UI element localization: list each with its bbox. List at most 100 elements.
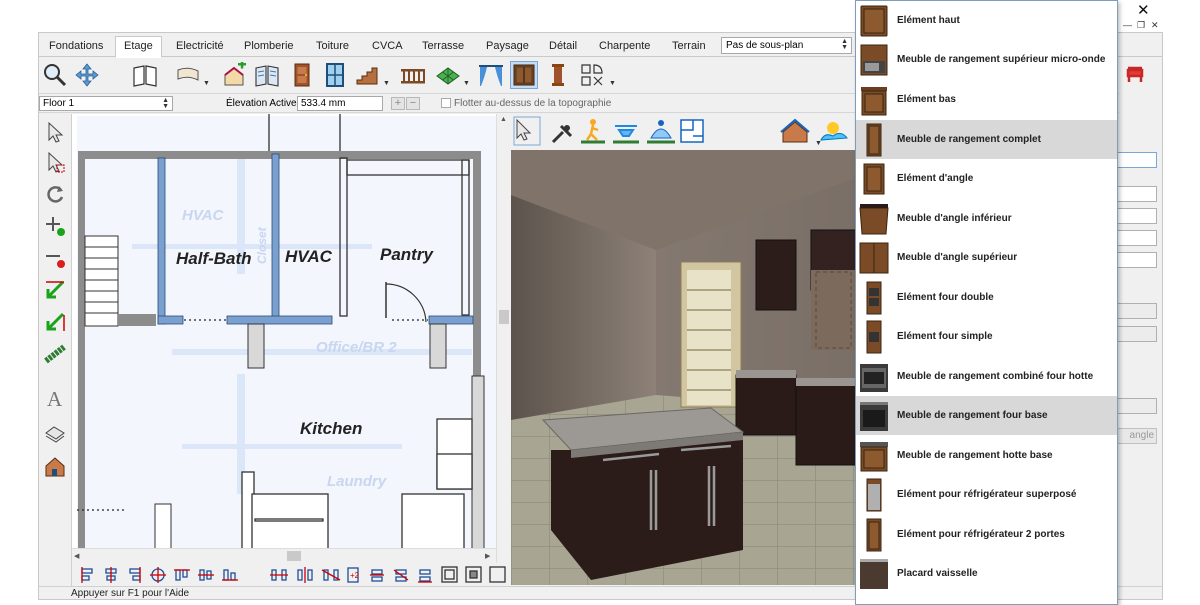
angle-button[interactable]: angle xyxy=(1117,428,1157,444)
property-field[interactable] xyxy=(1117,152,1157,168)
floor-select[interactable]: Floor 1 ▲ ▼ xyxy=(39,96,173,111)
distribute-icon xyxy=(321,569,341,581)
property-field[interactable] xyxy=(1117,230,1157,246)
plan-book-button[interactable] xyxy=(253,61,281,89)
scroll-up-arrow-icon[interactable]: ▲ xyxy=(500,116,507,123)
align-icon xyxy=(81,567,93,583)
delete-point-tool-button[interactable] xyxy=(42,244,68,272)
elevation-input[interactable]: 533.4 mm xyxy=(297,96,383,111)
property-field[interactable] xyxy=(1117,252,1157,268)
dropdown-item-label: Elément pour réfrigérateur 2 portes xyxy=(897,529,1065,540)
close-subwindow-icon[interactable]: ✕ xyxy=(1151,20,1159,31)
single-oven-icon xyxy=(866,320,882,353)
tab-detail[interactable]: Détail xyxy=(541,37,585,57)
cabinet-tool-button[interactable] xyxy=(510,61,538,89)
property-field[interactable] xyxy=(1117,326,1157,342)
tab-toiture[interactable]: Toiture xyxy=(308,37,357,57)
scroll-thumb[interactable] xyxy=(287,551,301,561)
zoom-tool-button[interactable] xyxy=(41,61,69,89)
dropdown-item[interactable]: Meuble de rangement four base xyxy=(856,396,1117,435)
multi-pointer-icon xyxy=(48,151,65,173)
dropdown-item[interactable]: Meuble de rangement supérieur micro-onde xyxy=(856,40,1117,79)
house-icon xyxy=(45,457,65,477)
floor-tool-button[interactable] xyxy=(434,61,462,89)
float-topography-checkbox[interactable] xyxy=(441,98,451,108)
dropdown-item[interactable]: Meuble de rangement complet xyxy=(856,120,1117,159)
layer-tool-button[interactable] xyxy=(42,418,68,446)
underlay-label-closet: Closet xyxy=(255,226,269,264)
door-icon xyxy=(294,63,310,87)
dropdown-item-label: Elément four double xyxy=(897,292,994,303)
walk-camera-icon xyxy=(581,119,605,144)
room-label-half-bath: Half-Bath xyxy=(176,249,252,268)
dropdown-item[interactable]: Meuble d'angle inférieur xyxy=(856,199,1117,238)
tab-terrasse[interactable]: Terrasse xyxy=(414,37,472,57)
minimize-window-icon[interactable]: — xyxy=(1123,20,1132,30)
dropdown-item[interactable]: Elément bas xyxy=(856,80,1117,119)
select-tool-button[interactable] xyxy=(42,118,68,146)
property-field[interactable] xyxy=(1117,398,1157,414)
window-tool-button[interactable] xyxy=(321,61,349,89)
hood-base-cabinet-icon xyxy=(860,441,888,471)
decrease-elevation-button[interactable]: − xyxy=(406,97,420,110)
property-field[interactable] xyxy=(1117,208,1157,224)
stairs-tool-button[interactable] xyxy=(354,61,382,89)
increase-elevation-button[interactable]: + xyxy=(391,97,405,110)
break-tool-button[interactable] xyxy=(42,308,68,336)
dropdown-item[interactable]: Elément four simple xyxy=(856,317,1117,356)
dropdown-item[interactable]: Elément pour réfrigérateur superposé xyxy=(856,475,1117,514)
dropdown-item[interactable]: Meuble de rangement combiné four hotte xyxy=(856,357,1117,396)
tab-plomberie[interactable]: Plomberie xyxy=(236,37,302,57)
floor-plan-view[interactable]: Half-Bath HVAC Pantry Kitchen HVAC Close… xyxy=(72,114,510,563)
plant-tool-button[interactable] xyxy=(42,340,68,368)
alignment-toolbar: +2 xyxy=(72,564,512,586)
sub-plan-value: Pas de sous-plan xyxy=(726,40,804,51)
curtain-tool-button[interactable] xyxy=(477,61,505,89)
scroll-right-arrow-icon[interactable]: ▶ xyxy=(485,552,490,560)
tab-charpente[interactable]: Charpente xyxy=(591,37,658,57)
dropdown-item[interactable]: Elément pour réfrigérateur 2 portes xyxy=(856,515,1117,554)
tab-fondations[interactable]: Fondations xyxy=(41,37,111,57)
door-tool-button[interactable] xyxy=(288,61,316,89)
room-tool-button[interactable] xyxy=(221,61,249,89)
rotate-tool-button[interactable] xyxy=(42,180,68,208)
shapes-tool-button[interactable] xyxy=(578,61,606,89)
dropdown-item[interactable]: Elément d'angle xyxy=(856,159,1117,198)
dropdown-item[interactable]: Meuble de rangement hotte base xyxy=(856,436,1117,475)
tab-paysage[interactable]: Paysage xyxy=(478,37,537,57)
column-tool-button[interactable] xyxy=(544,61,572,89)
restore-window-icon[interactable]: ❐ xyxy=(1137,20,1145,31)
tab-etage[interactable]: Etage xyxy=(115,36,162,58)
close-window-icon[interactable]: ✕ xyxy=(1137,1,1150,19)
align-icon xyxy=(174,569,190,581)
align-icon xyxy=(150,567,166,583)
dropdown-item[interactable]: Elément four double xyxy=(856,278,1117,317)
multi-select-tool-button[interactable] xyxy=(42,148,68,176)
book-tool-button[interactable] xyxy=(131,61,159,89)
align-icon xyxy=(198,569,214,581)
railing-tool-button[interactable] xyxy=(399,61,427,89)
house-view-button[interactable] xyxy=(42,452,68,480)
property-field[interactable] xyxy=(1117,303,1157,319)
tab-cvca[interactable]: CVCA xyxy=(364,37,411,57)
join-tool-button[interactable] xyxy=(42,276,68,304)
pantry-cabinet xyxy=(680,261,742,408)
help-hint: Appuyer sur F1 pour l'Aide xyxy=(71,588,190,599)
pan-tool-button[interactable] xyxy=(73,61,101,89)
dropdown-item[interactable]: Meuble d'angle supérieur xyxy=(856,238,1117,277)
plan-vertical-scrollbar[interactable]: ▲ xyxy=(496,114,510,563)
tab-electricite[interactable]: Electricité xyxy=(168,37,232,57)
dropdown-item[interactable]: Elément haut xyxy=(856,1,1117,40)
tab-terrain[interactable]: Terrain xyxy=(664,37,714,57)
property-field[interactable] xyxy=(1117,186,1157,202)
scroll-thumb[interactable] xyxy=(499,310,509,324)
3d-render-view[interactable] xyxy=(511,150,856,585)
text-tool-button[interactable]: A xyxy=(42,384,68,412)
wall-tool-button[interactable] xyxy=(174,61,202,89)
scroll-left-arrow-icon[interactable]: ◀ xyxy=(74,552,79,560)
dropdown-item[interactable]: Placard vaisselle xyxy=(856,554,1117,593)
sub-plan-select[interactable]: Pas de sous-plan ▲ ▼ xyxy=(721,37,852,54)
dropdown-item-label: Elément haut xyxy=(897,15,960,26)
add-point-tool-button[interactable] xyxy=(42,212,68,240)
plan-horizontal-scrollbar[interactable]: ◀ ▶ xyxy=(72,548,496,563)
